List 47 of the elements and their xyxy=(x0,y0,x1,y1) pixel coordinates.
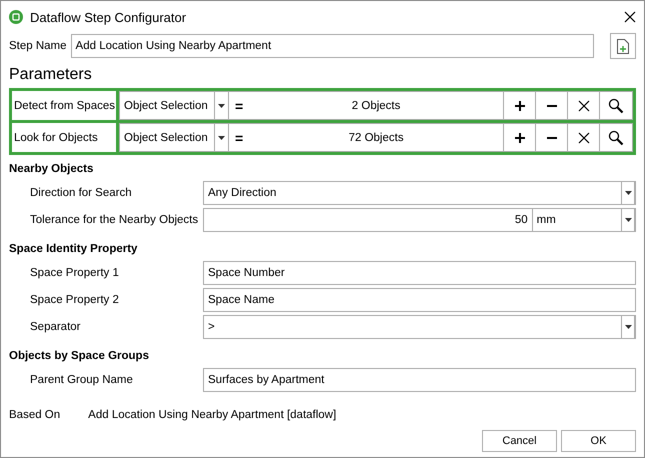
field-label: Separator xyxy=(30,321,82,333)
app-icon xyxy=(9,10,23,24)
minus-icon xyxy=(546,104,556,106)
dropdown-field[interactable]: > xyxy=(203,315,636,339)
new-document-button[interactable] xyxy=(610,33,636,59)
field-label: Step Name xyxy=(9,40,67,52)
cancel-button[interactable]: Cancel xyxy=(482,430,557,452)
ok-button[interactable]: OK xyxy=(561,430,636,452)
search-icon xyxy=(608,98,624,114)
section-heading: Nearby Objects xyxy=(9,163,94,175)
selector-dropdown[interactable]: Object Selection xyxy=(120,124,215,151)
unit-dropdown[interactable]: mm xyxy=(532,208,636,232)
input-field[interactable]: Surfaces by Apartment xyxy=(203,368,636,392)
section-heading: Objects by Space Groups xyxy=(9,350,150,362)
selector-dropdown[interactable]: Object Selection xyxy=(120,92,215,119)
search-icon xyxy=(608,130,624,146)
plus-icon xyxy=(514,100,524,110)
minus-icon xyxy=(546,136,556,138)
parameter-label: Look for Objects xyxy=(12,123,116,152)
number-field[interactable]: 50 xyxy=(203,208,533,232)
operator-label: = xyxy=(234,96,244,116)
field-label: Space Property 2 xyxy=(30,294,120,306)
parameter-label: Detect from Spaces xyxy=(12,91,116,120)
field-label: Space Property 1 xyxy=(30,267,120,279)
caret-icon xyxy=(624,191,632,195)
based-on-label: Based On xyxy=(9,409,60,421)
plus-icon xyxy=(514,132,524,142)
based-on-value: Add Location Using Nearby Apartment [dataflow] xyxy=(88,409,336,421)
dropdown-field[interactable]: Any Direction xyxy=(203,181,636,205)
caret-icon xyxy=(218,104,225,108)
field-label: Tolerance for the Nearby Objects xyxy=(30,214,200,226)
caret-icon xyxy=(218,136,225,140)
input-field[interactable]: Space Name xyxy=(203,288,636,312)
field-label: Parent Group Name xyxy=(30,374,134,386)
window-title: Dataflow Step Configurator xyxy=(30,10,188,24)
caret-icon xyxy=(624,325,632,329)
operator-label: = xyxy=(234,128,244,148)
caret-icon xyxy=(624,218,632,222)
section-heading: Parameters xyxy=(9,66,93,84)
new-document-icon xyxy=(617,38,629,54)
close-icon[interactable] xyxy=(624,11,636,23)
section-heading: Space Identity Property xyxy=(9,243,138,255)
input-field[interactable]: Space Number xyxy=(203,261,636,285)
step-name-field[interactable]: Add Location Using Nearby Apartment xyxy=(70,34,594,58)
close-icon xyxy=(578,100,590,112)
field-label: Direction for Search xyxy=(30,187,133,199)
close-icon xyxy=(578,132,590,144)
